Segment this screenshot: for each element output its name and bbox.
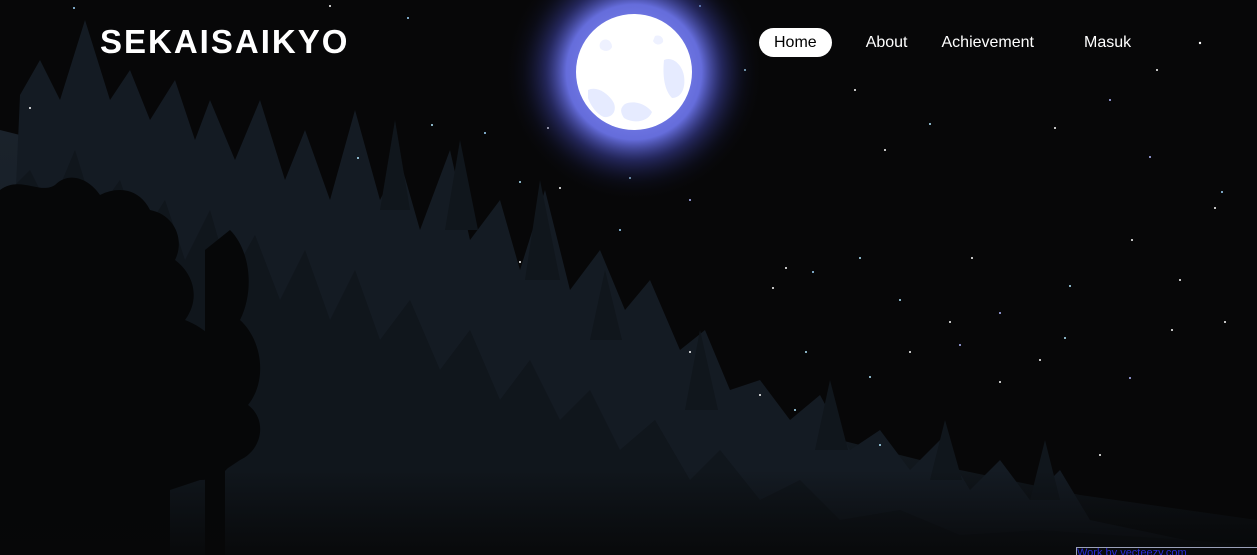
nav-link-about[interactable]: About [866,28,908,57]
nav-link-home[interactable]: Home [759,28,832,57]
nav-link-achievement[interactable]: Achievement [942,28,1035,57]
site-logo[interactable]: SEKAISAIKYO [100,22,349,62]
hero-scene: SEKAISAIKYO Home About Achievement Masuk… [0,0,1257,555]
nav-link-masuk[interactable]: Masuk [1084,28,1131,57]
image-credit-link[interactable]: Work by vecteezy.com [1076,547,1257,555]
main-nav: Home About Achievement Masuk [759,28,1131,57]
night-forest-background [0,0,1257,555]
